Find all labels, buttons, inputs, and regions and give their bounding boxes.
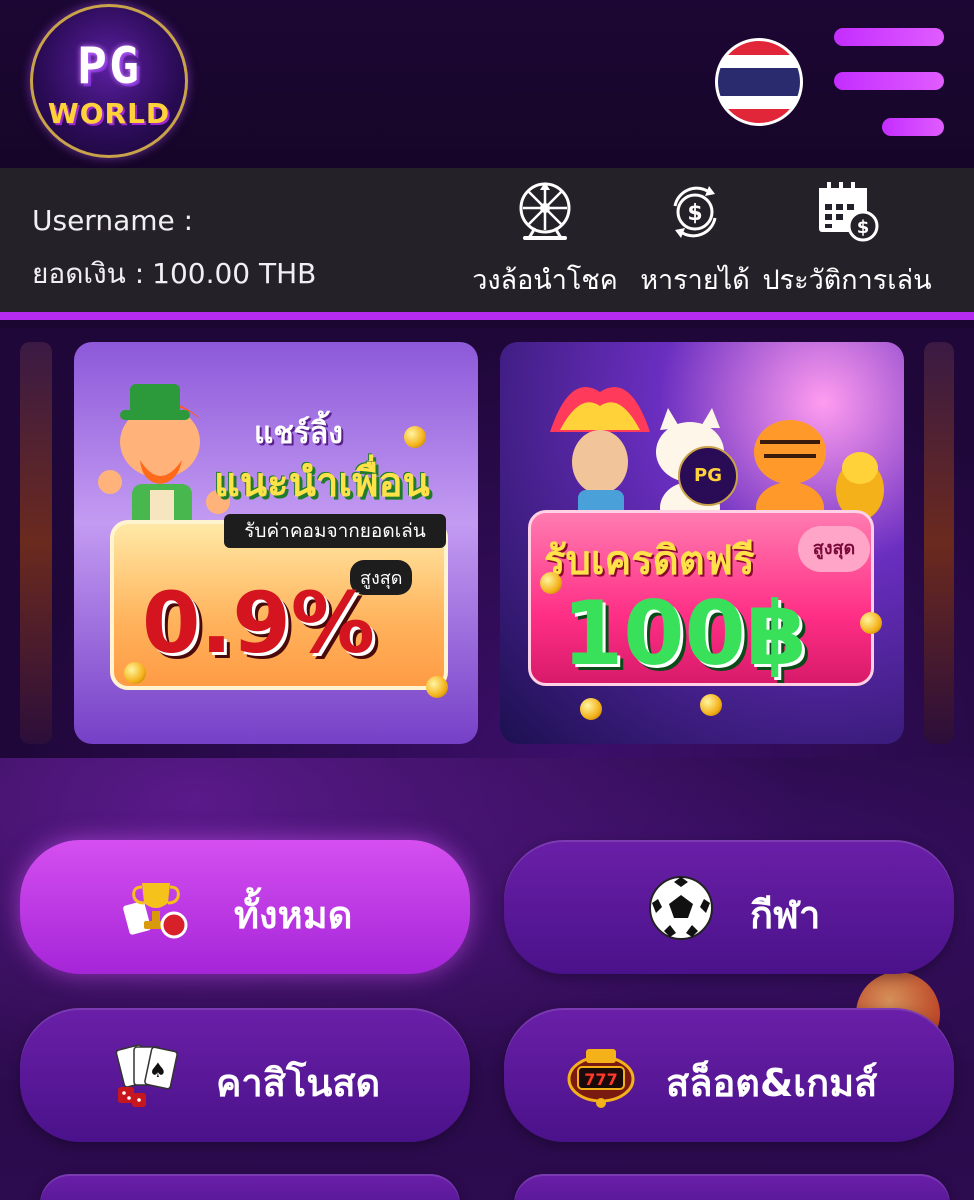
balance-label: ยอดเงิน : bbox=[32, 257, 145, 290]
hamburger-bar bbox=[834, 72, 944, 90]
category-all-button[interactable]: ทั้งหมด bbox=[20, 840, 470, 974]
quick-link-wheel[interactable]: วงล้อนำโชค bbox=[470, 180, 620, 301]
svg-text:$: $ bbox=[857, 217, 870, 238]
quick-link-label: ประวัติการเล่น bbox=[762, 265, 932, 296]
coin-icon bbox=[540, 572, 562, 594]
category-label: คาสิโนสด bbox=[216, 1061, 381, 1105]
category-label: กีฬา bbox=[750, 893, 821, 937]
coin-icon bbox=[860, 612, 882, 634]
earn-money-icon: $ bbox=[673, 186, 717, 238]
trophy-icon bbox=[123, 883, 188, 939]
wheel-icon bbox=[519, 182, 571, 240]
username-row: Username : bbox=[32, 204, 201, 237]
svg-text:777: 777 bbox=[584, 1070, 617, 1089]
banner-max-badge: สูงสุด bbox=[798, 526, 870, 572]
balance-value: 100.00 THB bbox=[152, 257, 317, 290]
category-button-partial[interactable] bbox=[40, 1174, 460, 1200]
category-sport-button[interactable]: กีฬา bbox=[504, 840, 954, 974]
quick-link-label: วงล้อนำโชค bbox=[472, 265, 618, 296]
banner-value: 100฿ bbox=[562, 582, 807, 685]
category-label: สล็อต&เกมส์ bbox=[666, 1061, 878, 1105]
quick-link-label: หารายได้ bbox=[640, 265, 750, 296]
category-slots-games-button[interactable]: 777 สล็อต&เกมส์ bbox=[504, 1008, 954, 1142]
carousel-prev-peek[interactable] bbox=[20, 342, 52, 744]
balance-row: ยอดเงิน :100.00 THB bbox=[32, 252, 316, 296]
coin-icon bbox=[580, 698, 602, 720]
pg-world-logo[interactable]: PG WORLD bbox=[30, 4, 188, 158]
logo-pg-text: PG bbox=[76, 37, 142, 95]
logo-world-text: WORLD bbox=[47, 97, 171, 130]
banner-subtitle: แนะนำเพื่อน bbox=[214, 460, 430, 506]
quick-link-earn[interactable]: $ หารายได้ bbox=[620, 180, 770, 301]
carousel-next-peek[interactable] bbox=[924, 342, 954, 744]
coin-icon bbox=[404, 426, 426, 448]
promo-carousel[interactable]: แชร์ลิ้ง แนะนำเพื่อน รับค่าคอมจากยอดเล่น… bbox=[0, 328, 974, 758]
hamburger-bar bbox=[882, 118, 944, 136]
category-label: ทั้งหมด bbox=[234, 893, 353, 937]
promo-banner-referral[interactable]: แชร์ลิ้ง แนะนำเพื่อน รับค่าคอมจากยอดเล่น… bbox=[74, 342, 478, 744]
category-button-partial[interactable] bbox=[514, 1174, 950, 1200]
promo-banner-free-credit[interactable]: PG รับเครดิตฟรี สูงสุด 100฿ bbox=[500, 342, 904, 744]
top-header: PG WORLD bbox=[0, 0, 974, 168]
svg-text:$: $ bbox=[687, 201, 702, 226]
soccer-ball-icon bbox=[649, 876, 713, 940]
account-bar: Username : ยอดเงิน :100.00 THB วงล้อนำโช… bbox=[0, 168, 974, 320]
hamburger-menu-button[interactable] bbox=[832, 24, 944, 140]
svg-text:♠: ♠ bbox=[149, 1058, 167, 1082]
quick-link-history[interactable]: $ ประวัติการเล่น bbox=[752, 180, 942, 301]
calendar-history-icon: $ bbox=[819, 182, 879, 242]
cards-dice-icon: ♠ bbox=[115, 1044, 178, 1107]
coin-icon bbox=[700, 694, 722, 716]
banner-logo: PG bbox=[678, 446, 738, 506]
coin-icon bbox=[426, 676, 448, 698]
category-live-casino-button[interactable]: ♠ คาสิโนสด bbox=[20, 1008, 470, 1142]
hamburger-bar bbox=[834, 28, 944, 46]
username-label: Username : bbox=[32, 204, 194, 237]
banner-strip-text: รับค่าคอมจากยอดเล่น bbox=[224, 514, 446, 548]
banner-value: 0.9% bbox=[142, 574, 375, 672]
slot-machine-icon: 777 bbox=[567, 1049, 635, 1108]
coin-icon bbox=[124, 662, 146, 684]
thailand-flag-icon[interactable] bbox=[715, 38, 803, 126]
